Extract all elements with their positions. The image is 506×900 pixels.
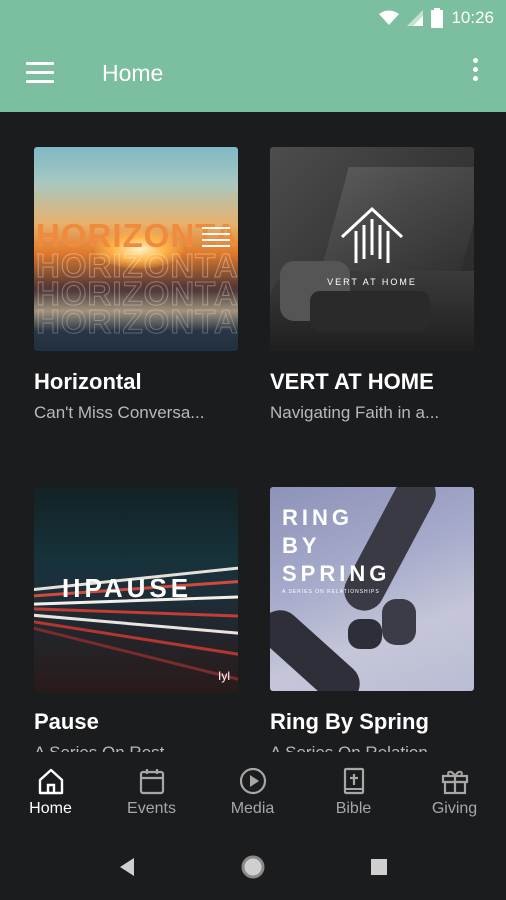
home-icon [38, 768, 63, 795]
status-icons: 10:26 [379, 7, 494, 29]
status-bar: 10:26 [0, 0, 506, 36]
series-artwork-horizontal: HORIZONTAL HORIZONTAL HORIZONTAL HORIZON… [34, 147, 238, 351]
series-title: Ring By Spring [270, 709, 429, 734]
series-card-vert-at-home[interactable]: VERT AT HOME VERT AT HOME Navigating Fai… [270, 147, 474, 423]
series-artwork-vert-at-home: VERT AT HOME [270, 147, 474, 351]
series-title: Pause [34, 709, 99, 734]
series-title: Horizontal [34, 369, 142, 394]
series-subtitle: Navigating Faith in a... [270, 403, 440, 422]
play-circle-icon [239, 767, 266, 795]
status-time: 10:26 [451, 8, 494, 27]
nav-item-media[interactable]: Media [202, 752, 303, 834]
series-artwork-ring-by-spring: RING BY SPRING A SERIES ON RELATIONSHIPS [270, 487, 474, 691]
nav-label: Bible [335, 800, 372, 817]
nav-label: Events [127, 800, 176, 817]
nav-label: Home [29, 800, 72, 817]
calendar-icon [139, 769, 164, 795]
gift-icon [441, 770, 468, 795]
nav-label: Media [230, 800, 275, 817]
recents-icon[interactable] [370, 858, 388, 876]
series-subtitle: Can't Miss Conversa... [34, 403, 205, 422]
series-card-horizontal[interactable]: HORIZONTAL HORIZONTAL HORIZONTAL HORIZON… [34, 147, 238, 423]
nav-label: Giving [431, 800, 478, 817]
cellular-signal-icon [407, 10, 424, 26]
nav-item-home[interactable]: Home [0, 752, 101, 834]
battery-icon [431, 8, 444, 28]
series-artwork-pause: IIPAUSE Iyl [34, 487, 238, 691]
overflow-menu-icon[interactable] [470, 58, 480, 90]
hamburger-menu-icon[interactable] [26, 62, 54, 84]
wifi-icon [379, 10, 400, 25]
system-navigation-bar [0, 834, 506, 900]
church-logo-icon: Iyl [218, 669, 230, 683]
back-icon[interactable] [116, 856, 136, 878]
nav-item-bible[interactable]: Bible [303, 752, 404, 834]
series-grid: HORIZONTAL HORIZONTAL HORIZONTAL HORIZON… [0, 112, 506, 752]
app-bar: Home [0, 36, 506, 112]
vert-house-logo-icon [340, 206, 404, 263]
bottom-navigation: Home Events Media Bible Giving [0, 752, 506, 834]
series-subtitle: A Series On Rest [34, 743, 238, 752]
page-title: Home [102, 60, 164, 86]
bible-icon [343, 767, 364, 795]
series-card-ring-by-spring[interactable]: RING BY SPRING A SERIES ON RELATIONSHIPS… [270, 487, 474, 752]
series-card-pause[interactable]: IIPAUSE Iyl Pause A Series On Rest [34, 487, 238, 752]
nav-item-events[interactable]: Events [101, 752, 202, 834]
home-circle-icon[interactable] [240, 854, 266, 880]
series-title: VERT AT HOME [270, 369, 434, 394]
series-subtitle: A Series On Relation [270, 743, 474, 752]
nav-item-giving[interactable]: Giving [404, 752, 505, 834]
